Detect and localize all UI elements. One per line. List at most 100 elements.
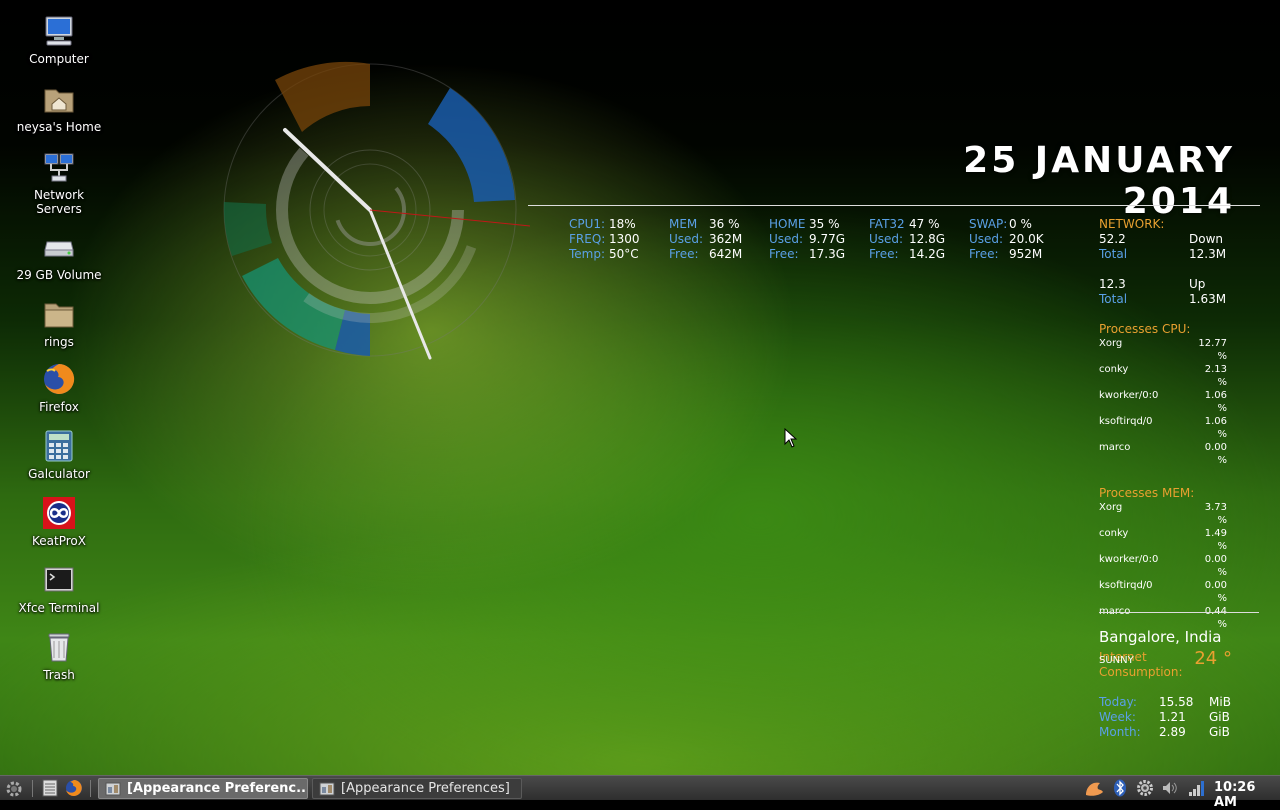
home-stats: HOME 35 % Used: 9.77G Free: 17.3G (769, 217, 845, 262)
process-row: conky 1.49 % (1099, 527, 1259, 553)
taskbar: [Appearance Preferenc... [Appearance Pre… (0, 775, 1280, 810)
mem-used-value: 362M (709, 232, 743, 246)
home-free-value: 17.3G (809, 247, 846, 261)
swap-value: 0 % (1009, 217, 1032, 231)
desktop-icon-volume[interactable]: 29 GB Volume (10, 230, 108, 282)
process-value: 0.00 % (1204, 554, 1227, 578)
up-total: 1.63M (1189, 292, 1227, 306)
internet-title-2: Consumption: (1099, 665, 1183, 679)
calculator-icon (45, 430, 73, 462)
mem-label: MEM (669, 217, 698, 231)
desktop-icon-galculator[interactable]: Galculator (10, 429, 108, 481)
taskbar-clock[interactable]: 10:26 AM (1214, 780, 1280, 810)
appearance-icon (319, 782, 335, 796)
down-total-label: Total (1099, 247, 1128, 261)
tray-app-icon[interactable] (1084, 779, 1104, 797)
divider (528, 205, 1260, 206)
cpu1-label: CPU1: (569, 217, 606, 231)
folder-icon (44, 303, 74, 328)
swap-free-label: Free: (969, 247, 999, 261)
desktop-icon-label: Galculator (28, 467, 90, 481)
desktop-icon-label: KeatProX (32, 534, 86, 548)
process-name: kworker/0:0 (1099, 554, 1159, 565)
firefox-icon (44, 363, 75, 394)
process-row: conky 2.13 % (1099, 363, 1259, 389)
processes-mem-title: Processes MEM: (1099, 486, 1195, 500)
internet-label: Today: (1099, 695, 1137, 709)
home-free-label: Free: (769, 247, 799, 261)
process-value: 1.49 % (1204, 528, 1227, 552)
process-row: Xorg 3.73 % (1099, 501, 1259, 527)
home-used-value: 9.77G (809, 232, 846, 246)
cpu-stats: CPU1: 18% FREQ: 1300 Temp: 50°C (569, 217, 640, 262)
firefox-icon[interactable] (64, 779, 84, 797)
conky-date: 25 JANUARY 2014 (963, 140, 1235, 222)
freq-value: 1300 (609, 232, 640, 246)
process-value: 3.73 % (1204, 502, 1227, 526)
process-row: kworker/0:0 1.06 % (1099, 389, 1259, 415)
internet-label: Month: (1099, 725, 1141, 739)
home-folder-icon (44, 89, 74, 113)
fat32-value: 47 % (909, 217, 940, 231)
desktop-icon-terminal[interactable]: Xfce Terminal (10, 563, 108, 615)
desktop-icon-keatprox[interactable]: KeatProX (10, 496, 108, 548)
fat32-free-label: Free: (869, 247, 899, 261)
desktop-icon-network-servers[interactable]: Network Servers (10, 150, 108, 216)
fat32-used-label: Used: (869, 232, 904, 246)
separator (32, 780, 33, 797)
process-name: Xorg (1099, 338, 1123, 349)
desktop-icon-trash[interactable]: Trash (10, 630, 108, 682)
desktop-icon-rings[interactable]: rings (10, 297, 108, 349)
settings-gear-icon[interactable] (1135, 779, 1155, 797)
swap-stats: SWAP: 0 % Used: 20.0K Free: 952M (969, 217, 1044, 262)
desktop-icon-computer[interactable]: Computer (10, 14, 108, 66)
task-button-appearance[interactable]: [Appearance Preferences] (312, 778, 522, 799)
mem-stats: MEM 36 % Used: 362M Free: 642M (669, 217, 742, 262)
fat32-stats: FAT32 47 % Used: 12.8G Free: 14.2G (869, 217, 945, 262)
mem-used-label: Used: (669, 232, 704, 246)
bluetooth-icon[interactable] (1110, 779, 1130, 797)
process-row: kworker/0:0 0.00 % (1099, 553, 1259, 579)
process-row: marco 0.00 % (1099, 441, 1259, 467)
desktop-icon-firefox[interactable]: Firefox (10, 362, 108, 414)
process-name: Xorg (1099, 502, 1123, 513)
swap-used-label: Used: (969, 232, 1004, 246)
trash-icon (48, 633, 70, 662)
desktop-icon-label: Trash (43, 668, 75, 682)
internet-row: Month: 2.89 GiB (1099, 725, 1259, 740)
process-name: ksoftirqd/0 (1099, 416, 1153, 427)
file-manager-icon[interactable] (40, 779, 60, 797)
desktop-icon-label: Computer (29, 52, 89, 66)
volume-icon[interactable] (1160, 779, 1180, 797)
internet-unit: GiB (1209, 710, 1230, 724)
freq-label: FREQ: (569, 232, 606, 246)
internet-unit: GiB (1209, 725, 1230, 739)
processes-cpu-title: Processes CPU: (1099, 322, 1191, 336)
internet-value: 1.21 (1159, 710, 1186, 724)
up-total-label: Total (1099, 292, 1128, 306)
swap-used-value: 20.0K (1009, 232, 1044, 246)
process-value: 1.06 % (1204, 390, 1227, 414)
desktop-icon-home[interactable]: neysa's Home (10, 82, 108, 134)
down-total: 12.3M (1189, 247, 1227, 261)
up-rate: 12.3 (1099, 277, 1126, 291)
menu-gear-icon[interactable] (4, 779, 24, 797)
process-value: 12.77 % (1198, 338, 1227, 362)
task-label: [Appearance Preferenc... (127, 781, 308, 796)
internet-row: Today: 15.58 MiB (1099, 695, 1259, 710)
desktop-icon-label: 29 GB Volume (16, 268, 102, 282)
cpu1-value: 18% (609, 217, 636, 231)
internet-unit: MiB (1209, 695, 1231, 709)
process-value: 0.00 % (1204, 442, 1227, 466)
weather-temperature: 24 ° (1194, 648, 1232, 669)
desktop-icon-label: Firefox (39, 400, 79, 414)
process-row: Xorg 12.77 % (1099, 337, 1259, 363)
home-used-label: Used: (769, 232, 804, 246)
down-label: Down (1189, 232, 1224, 246)
fat32-label: FAT32 (869, 217, 905, 231)
process-value: 2.13 % (1204, 364, 1227, 388)
down-rate: 52.2 (1099, 232, 1126, 246)
task-button-appearance-active[interactable]: [Appearance Preferenc... (98, 778, 308, 799)
divider (1099, 612, 1259, 613)
network-signal-icon[interactable] (1187, 779, 1207, 797)
